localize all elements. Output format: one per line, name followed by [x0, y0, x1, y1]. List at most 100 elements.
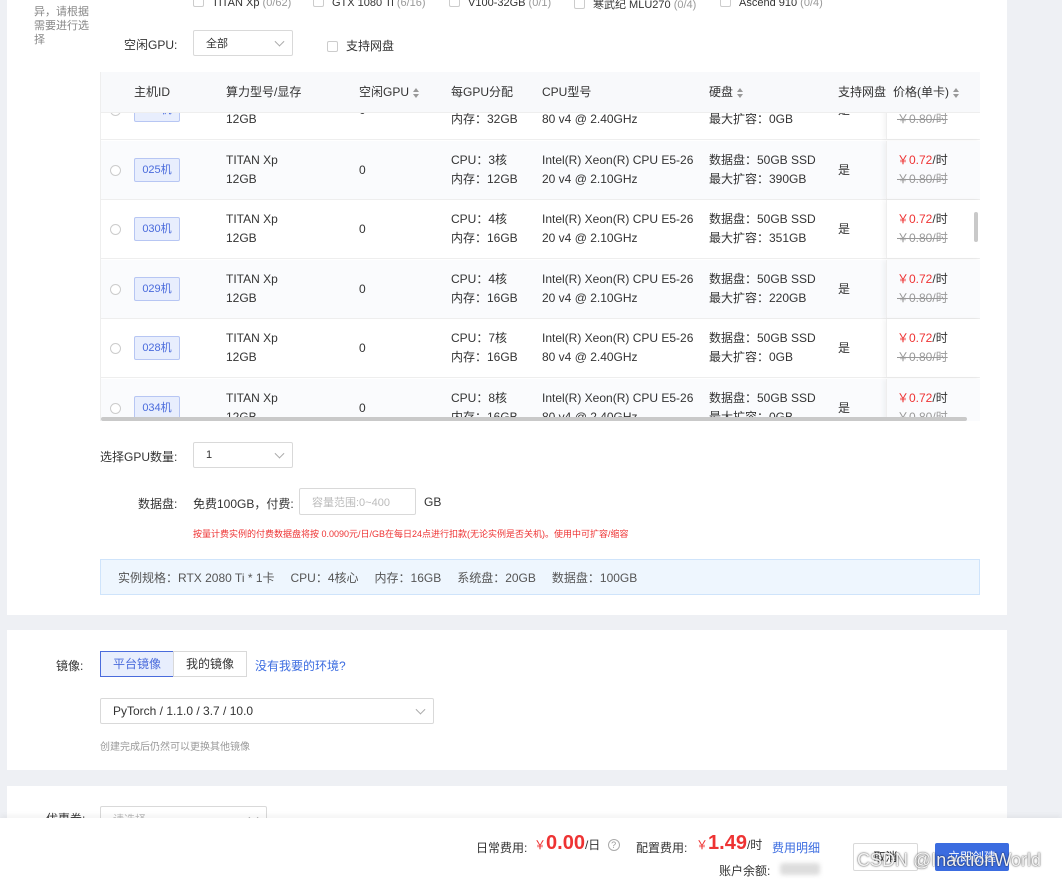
image-hint: 创建完成后仍然可以更换其他镜像 — [100, 742, 250, 753]
price-cell: ￥0.72/时￥0.80/时 — [886, 378, 980, 421]
gpu-model-option-v100[interactable]: V100-32GB (0/1) — [449, 0, 551, 12]
gpu-model-option-ascend-910[interactable]: Ascend 910 (0/4) — [720, 0, 823, 12]
spec-cpu: CPU：4核心 — [290, 570, 359, 585]
sort-icon[interactable] — [953, 87, 960, 98]
row-radio[interactable] — [110, 343, 121, 354]
gpu-model-checkbox[interactable] — [193, 0, 204, 7]
gpu-model-checkbox[interactable] — [720, 0, 731, 7]
header-cpu: CPU型号 — [542, 85, 592, 99]
header-netdisk: 支持网盘 — [838, 85, 887, 99]
model-cell: TITAN Xp12GB — [226, 331, 278, 364]
table-row[interactable]: 034机 TITAN Xp 12GB 0 CPU：8核 内存：16GB Intel(R) X… — [101, 378, 980, 421]
header-per-gpu: 每GPU分配 — [451, 85, 514, 99]
table-header: 主机ID 算力型号/显存 空闲GPU 每GPU分配 CPU型号 硬盘 支持网盘 … — [101, 72, 980, 113]
image-label: 镜像: — [56, 659, 84, 673]
disk-cell: 数据盘：50GB SSD 最大扩容：390GB — [709, 152, 816, 186]
tab-platform-image[interactable]: 平台镜像 — [100, 651, 174, 677]
gpu-model-checkbox[interactable] — [449, 0, 460, 7]
disk-cell: 数据盘：50GB SSD 最大扩容：351GB — [709, 212, 816, 245]
vertical-scrollbar[interactable] — [974, 212, 978, 242]
tab-my-image[interactable]: 我的镜像 — [173, 651, 247, 677]
row-radio[interactable] — [110, 402, 121, 414]
table-row[interactable]: 029机 TITAN Xp 12GB 0 CPU：4核 内存：16GB Intel(R) X… — [101, 259, 980, 319]
netdisk-filter[interactable]: 支持网盘 — [327, 37, 394, 54]
header-disk[interactable]: 硬盘 — [709, 72, 744, 113]
spec-system-disk: 系统盘：20GB — [457, 570, 536, 585]
idle-gpu-cell: 0 — [359, 400, 366, 415]
row-radio[interactable] — [110, 164, 121, 176]
data-disk-billing-note: 按量计费实例的付费数据盘将按 0.0090元/日/GB在每日24点进行扣款(无论… — [193, 529, 629, 539]
cpu-cell: Intel(R) Xeon(R) CPU E5-26 20 v4 @ 2.10GH… — [542, 152, 694, 186]
model-cell: TITAN Xp12GB — [226, 212, 278, 245]
host-id-tag[interactable]: 028机 — [134, 336, 180, 360]
netdisk-checkbox[interactable] — [327, 41, 338, 52]
netdisk-cell: 是 — [838, 281, 851, 296]
idle-gpu-select[interactable]: 全部 — [193, 30, 293, 56]
image-select[interactable]: PyTorch / 1.1.0 / 3.7 / 10.0 — [100, 698, 434, 724]
horizontal-scrollbar[interactable] — [101, 417, 967, 421]
daily-fee-label: 日常费用: — [476, 841, 528, 855]
idle-gpu-cell: 0 — [359, 281, 366, 296]
per-gpu-cell: CPU：3核 内存：12GB — [451, 152, 518, 186]
host-id-tag[interactable]: 029机 — [134, 276, 180, 301]
help-icon[interactable]: ? — [607, 839, 620, 851]
cpu-cell: Intel(R) Xeon(R) CPU E5-26 20 v4 @ 2.10GH… — [542, 271, 694, 305]
chevron-down-icon — [415, 704, 426, 715]
spec-data-disk: 数据盘：100GB — [551, 570, 638, 585]
idle-gpu-cell: 0 — [359, 341, 366, 355]
sort-icon[interactable] — [413, 87, 420, 98]
header-model: 算力型号/显存 — [226, 85, 302, 99]
host-id-tag[interactable]: 025机 — [134, 157, 180, 182]
gpu-model-option-titan-xp[interactable]: TITAN Xp (0/62) — [193, 0, 291, 12]
host-id-tag[interactable]: 034机 — [134, 395, 180, 420]
spec-gpu: 实例规格：RTX 2080 Ti * 1卡 — [118, 570, 275, 585]
cpu-cell: Intel(R) Xeon(R) CPU E5-26 20 v4 @ 2.10GH… — [542, 212, 694, 245]
data-disk-unit: GB — [424, 495, 442, 509]
balance-value — [780, 863, 820, 875]
header-price[interactable]: 价格(单卡) — [893, 72, 960, 113]
table-row[interactable]: 028机 TITAN Xp 12GB 0 CPU：7核 内存：16GB Intel(R) X… — [101, 319, 980, 378]
chevron-down-icon — [274, 448, 285, 459]
instance-spec-summary: 实例规格：RTX 2080 Ti * 1卡 CPU：4核心 内存：16GB 系统… — [100, 559, 980, 595]
idle-gpu-label: 空闲GPU: — [124, 38, 178, 52]
per-gpu-cell: CPU：7核 内存：16GB — [451, 331, 518, 364]
config-fee-label: 配置费用: — [636, 841, 688, 855]
fee-detail-link[interactable]: 费用明细 — [772, 839, 820, 856]
gpu-model-checkbox[interactable] — [574, 0, 585, 9]
missing-environment-link[interactable]: 没有我要的环境? — [255, 657, 346, 674]
gpu-model-option-mlu270[interactable]: 寒武纪 MLU270 (0/4) — [574, 0, 696, 12]
gpu-count-label: 选择GPU数量: — [100, 450, 178, 464]
netdisk-cell: 是 — [838, 222, 851, 236]
model-cell: TITAN Xp12GB — [226, 152, 278, 186]
gpu-model-option-gtx-1080-ti[interactable]: GTX 1080 Ti (6/16) — [313, 0, 426, 12]
header-host-id: 主机ID — [134, 85, 171, 99]
host-table: 主机ID 算力型号/显存 空闲GPU 每GPU分配 CPU型号 硬盘 支持网盘 … — [100, 72, 980, 421]
data-disk-free-text: 免费100GB，付费: — [193, 497, 294, 511]
row-radio[interactable] — [110, 224, 121, 235]
host-id-tag[interactable]: 030机 — [134, 217, 180, 241]
idle-gpu-cell: 0 — [359, 162, 366, 177]
table-row[interactable]: 025机 TITAN Xp 12GB 0 CPU：3核 内存：12GB Intel(R) X… — [101, 140, 980, 200]
data-disk-size-input[interactable]: 容量范围:0~400 — [299, 488, 416, 515]
model-cell: TITAN Xp12GB — [226, 271, 278, 305]
spec-ram: 内存：16GB — [374, 570, 442, 585]
gpu-side-note: 异，请根据需要进行选择 — [34, 6, 89, 46]
netdisk-cell: 是 — [838, 162, 851, 177]
netdisk-cell: 是 — [838, 341, 851, 355]
watermark: CSDN @InactionWorld — [857, 850, 1041, 870]
gpu-count-select[interactable]: 1 — [193, 442, 293, 468]
sort-icon[interactable] — [737, 87, 744, 98]
price-cell: ￥0.72/时￥0.80/时 — [886, 259, 980, 318]
chevron-down-icon — [274, 36, 285, 47]
per-gpu-cell: CPU：4核 内存：16GB — [451, 212, 518, 245]
price-cell: ￥0.72/时￥0.80/时 — [886, 140, 980, 199]
config-fee: ￥1.49/时 — [696, 832, 763, 854]
header-idle-gpu[interactable]: 空闲GPU — [359, 72, 420, 113]
cpu-cell: Intel(R) Xeon(R) CPU E5-2680 v4 @ 2.40GH… — [542, 331, 694, 364]
price-cell: ￥0.72/时￥0.80/时 — [886, 319, 980, 377]
per-gpu-cell: CPU：4核 内存：16GB — [451, 271, 518, 305]
row-radio[interactable] — [110, 283, 121, 295]
gpu-model-checkbox[interactable] — [313, 0, 324, 7]
price-cell: ￥0.72/时￥0.80/时 — [886, 200, 980, 258]
table-row[interactable]: 030机 TITAN Xp 12GB 0 CPU：4核 内存：16GB Intel(R) X… — [101, 200, 980, 259]
